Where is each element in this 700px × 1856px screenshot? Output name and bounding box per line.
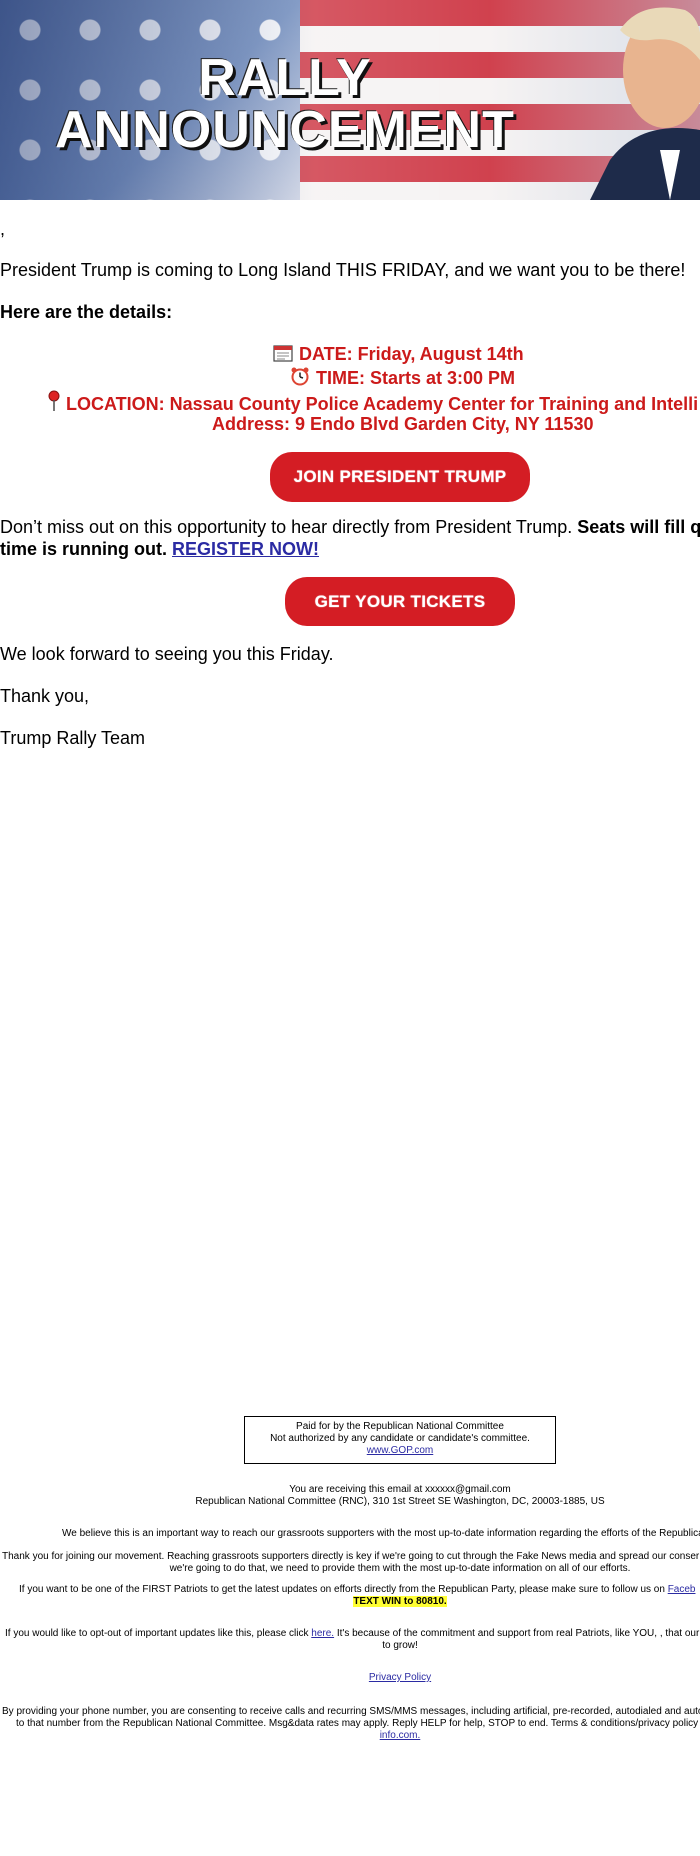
pushpin-icon (48, 390, 60, 411)
privacy-policy-link[interactable]: Privacy Policy (369, 1672, 431, 1683)
closing-thanks: Thank you, (0, 686, 90, 706)
terms-link[interactable]: info.com. (380, 1730, 421, 1741)
thankyou-line1: Thank you for joining our movement. Reac… (2, 1551, 700, 1562)
optout-line: If you would like to opt-out of importan… (5, 1628, 699, 1640)
follow-us-text: If you want to be one of the FIRST Patri… (19, 1584, 668, 1595)
rnc-address: Republican National Committee (RNC), 310… (195, 1496, 605, 1507)
paid-line1: Paid for by the Republican National Comm… (296, 1421, 504, 1432)
rally-banner: RALLY ANNOUNCEMENT (0, 0, 700, 200)
text-win-highlight: TEXT WIN to 80810. (353, 1596, 447, 1607)
cta-bold-text-2: time is running out. (0, 539, 172, 559)
join-president-trump-button[interactable]: JOIN PRESIDENT TRUMP (270, 452, 530, 502)
banner-title-line1: RALLY (198, 49, 372, 107)
paid-link-row: www.GOP.com (245, 1445, 555, 1457)
optout-line2: to grow! (382, 1640, 418, 1651)
banner-title: RALLY ANNOUNCEMENT (30, 52, 540, 156)
get-your-tickets-button[interactable]: GET YOUR TICKETS (285, 577, 515, 626)
alarm-clock-icon (291, 367, 309, 386)
privacy-row: Privacy Policy (0, 1672, 700, 1684)
details-heading: Here are the details: (0, 302, 173, 322)
optout-link[interactable]: here. (311, 1628, 334, 1639)
closing-forward: We look forward to seeing you this Frida… (0, 644, 334, 664)
time-text: TIME: Starts at 3:00 PM (316, 368, 516, 388)
sms-line2: to that number from the Republican Natio… (16, 1718, 699, 1729)
gop-link[interactable]: www.GOP.com (367, 1445, 434, 1456)
time-line: TIME: Starts at 3:00 PM (290, 366, 515, 390)
facebook-link[interactable]: Faceb (668, 1584, 696, 1595)
receiving-notice: You are receiving this email at xxxxxx@g… (289, 1484, 511, 1495)
optout-text: If you would like to opt-out of importan… (5, 1628, 312, 1639)
location-text: LOCATION: Nassau County Police Academy C… (66, 394, 699, 414)
date-line: DATE: Friday, August 14th (273, 342, 524, 366)
cta-bold-text: Seats will fill q (577, 517, 700, 537)
thankyou-line2: we're going to do that, we need to provi… (169, 1563, 631, 1574)
sms-line1: By providing your phone number, you are … (2, 1706, 700, 1717)
paid-for-box: Paid for by the Republican National Comm… (244, 1416, 556, 1464)
calendar-icon (273, 345, 293, 362)
follow-us-line: If you want to be one of the FIRST Patri… (19, 1584, 695, 1596)
register-now-link[interactable]: REGISTER NOW! (172, 539, 319, 559)
banner-title-line2: ANNOUNCEMENT (55, 101, 515, 159)
cta-line2: time is running out. REGISTER NOW! (0, 539, 319, 560)
cta-line1: Don’t miss out on this opportunity to he… (0, 517, 700, 538)
speaker-portrait (590, 7, 700, 200)
optout-text-post: It's because of the commitment and suppo… (334, 1628, 700, 1639)
address-line: Address: 9 Endo Blvd Garden City, NY 115… (212, 414, 594, 434)
intro-text: President Trump is coming to Long Island… (0, 260, 686, 280)
signature: Trump Rally Team (0, 728, 146, 748)
sms-link-row: info.com. (0, 1730, 700, 1742)
text-win-row: TEXT WIN to 80810. (0, 1596, 700, 1608)
paid-line2: Not authorized by any candidate or candi… (270, 1433, 530, 1444)
cta-text: Don’t miss out on this opportunity to he… (0, 517, 578, 537)
believe-notice: We believe this is an important way to r… (62, 1528, 700, 1539)
date-text: DATE: Friday, August 14th (299, 344, 524, 364)
greeting: , (0, 219, 6, 239)
